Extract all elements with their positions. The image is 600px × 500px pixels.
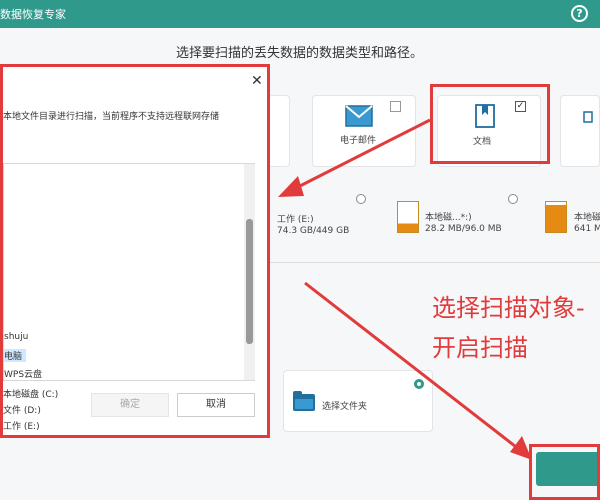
- arrow-line-1: [291, 118, 431, 192]
- tree-item[interactable]: shuju: [4, 332, 28, 342]
- arrow-head-2: [510, 436, 532, 460]
- dialog-description: 本地文件目录进行扫描，当前程序不支持远程联网存储: [3, 112, 220, 122]
- tree-item[interactable]: 工作 (E:): [3, 419, 40, 432]
- cancel-button[interactable]: 取消: [177, 393, 255, 417]
- tree-item[interactable]: WPS云盘: [4, 367, 42, 380]
- folder-picker-dialog: ✕ 本地文件目录进行扫描，当前程序不支持远程联网存储 shuju 电脑 WPS云…: [0, 64, 270, 438]
- tree-item[interactable]: 本地磁盘 (C:): [3, 387, 58, 400]
- folder-tree[interactable]: shuju 电脑 WPS云盘: [3, 163, 255, 381]
- arrow-head-1: [278, 176, 304, 197]
- close-icon[interactable]: ✕: [251, 73, 263, 89]
- arrow-line-2: [304, 281, 521, 452]
- tree-item[interactable]: 文件 (D:): [3, 403, 41, 416]
- tree-item-selected[interactable]: 电脑: [4, 349, 27, 362]
- scrollbar-thumb[interactable]: [246, 219, 253, 344]
- confirm-button[interactable]: 确定: [91, 393, 169, 417]
- tree-scrollbar[interactable]: [244, 164, 255, 380]
